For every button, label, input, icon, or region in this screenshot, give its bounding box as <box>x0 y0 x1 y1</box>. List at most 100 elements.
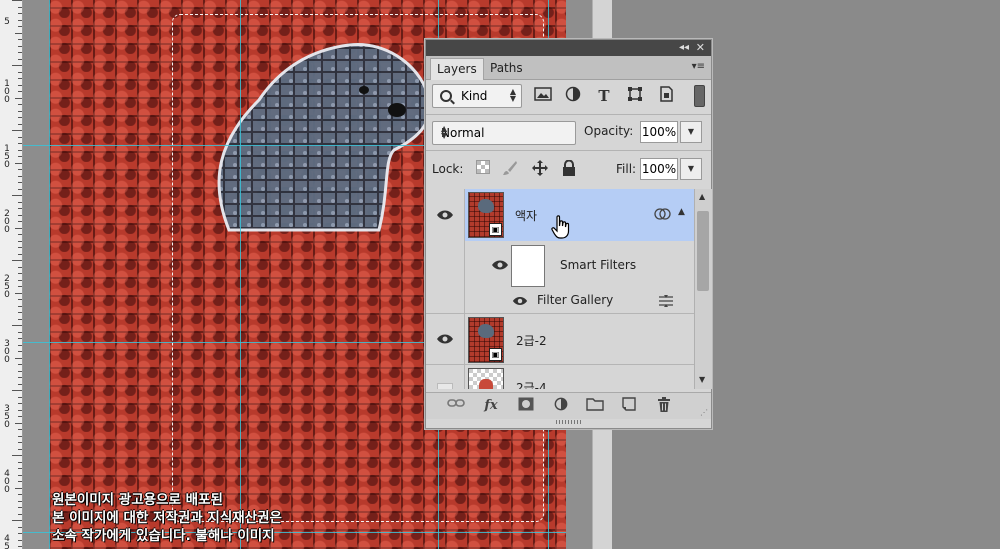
ruler-tick <box>18 189 22 190</box>
eye-icon[interactable] <box>436 210 454 220</box>
ruler-tick <box>18 111 22 112</box>
vertical-ruler[interactable]: 5 100 150 200 250 300 350 400 450 <box>0 0 23 549</box>
shape-filter-icon[interactable] <box>625 86 645 106</box>
ruler-tick <box>18 20 22 21</box>
adjustment-filter-icon[interactable] <box>563 86 583 106</box>
smart-object-filter-icon[interactable] <box>656 86 676 106</box>
layer-name[interactable]: 2급-2 <box>516 332 547 349</box>
new-adjustment-icon[interactable] <box>550 397 572 415</box>
ruler-tick <box>12 325 22 326</box>
close-panel-icon[interactable]: ✕ <box>696 41 705 54</box>
ruler-label: 150 <box>4 144 10 170</box>
panel-title-bar[interactable]: ◂◂ ✕ <box>426 40 711 56</box>
image-filter-icon[interactable] <box>533 86 553 106</box>
ruler-tick <box>18 384 22 385</box>
visibility-column <box>426 289 465 313</box>
guide-vertical[interactable] <box>240 0 241 549</box>
fill-input[interactable]: 100% <box>640 158 678 180</box>
ruler-tick <box>18 267 22 268</box>
ruler-tick <box>18 182 22 183</box>
expand-arrow-icon[interactable]: ▲ <box>678 207 685 217</box>
ruler-tick <box>15 358 22 359</box>
smart-object-badge-icon: ▣ <box>489 348 502 361</box>
ruler-tick <box>18 533 22 534</box>
ruler-label: 300 <box>4 339 10 365</box>
smart-filter-indicator-icon[interactable] <box>654 206 672 225</box>
filter-blending-options-icon[interactable] <box>658 293 674 312</box>
visibility-off-box[interactable] <box>437 383 453 389</box>
filter-toggle-switch[interactable] <box>694 85 705 107</box>
link-layers-icon[interactable] <box>445 397 467 415</box>
fill-dropdown-button[interactable]: ▼ <box>680 158 702 180</box>
ruler-tick <box>18 72 22 73</box>
thumbnail-dog <box>478 324 494 338</box>
ruler-tick <box>18 410 22 411</box>
ruler-tick <box>18 494 22 495</box>
filter-kind-select[interactable]: Kind ▲ ▼ <box>432 84 522 108</box>
ruler-tick <box>18 7 22 8</box>
ruler-tick <box>18 475 22 476</box>
eye-icon[interactable] <box>512 296 530 306</box>
layer-thumbnail[interactable] <box>468 368 504 389</box>
scroll-up-arrow-icon[interactable]: ▲ <box>699 192 705 201</box>
layer-row[interactable]: ▣ 2급-2 <box>426 314 694 365</box>
caption-line: 본 이미지에 대한 저작권과 지식재산권은 <box>52 510 282 526</box>
type-filter-icon[interactable]: T <box>594 86 614 106</box>
layer-thumbnail[interactable]: ▣ <box>468 317 504 363</box>
guide-vertical[interactable] <box>49 0 50 549</box>
ruler-label: 400 <box>4 469 10 495</box>
ruler-label: 250 <box>4 274 10 300</box>
scroll-down-arrow-icon[interactable]: ▼ <box>699 375 705 384</box>
lock-all-icon[interactable] <box>560 159 578 178</box>
visibility-column <box>426 241 465 289</box>
filter-gallery-row[interactable]: Filter Gallery <box>426 289 694 314</box>
filter-gallery-label[interactable]: Filter Gallery <box>537 293 613 307</box>
ruler-tick <box>18 332 22 333</box>
lock-image-pixels-icon[interactable] <box>501 160 519 178</box>
panel-resize-grip[interactable] <box>556 420 582 424</box>
blend-mode-select[interactable]: Normal ▲ ▼ <box>432 121 576 145</box>
lock-transparent-pixels-icon[interactable] <box>474 160 492 178</box>
ruler-label: 350 <box>4 404 10 430</box>
smart-filters-row[interactable]: Smart Filters <box>426 241 694 289</box>
layer-name[interactable]: 액자 <box>515 207 537 224</box>
ruler-tick <box>18 202 22 203</box>
layer-thumbnail[interactable]: ▣ <box>468 192 504 238</box>
tab-paths[interactable]: Paths <box>484 58 529 79</box>
updown-arrows-icon: ▲ ▼ <box>441 124 448 140</box>
lock-position-icon[interactable] <box>531 160 549 178</box>
opacity-dropdown-button[interactable]: ▼ <box>680 121 702 143</box>
new-layer-icon[interactable] <box>618 397 640 415</box>
scrollbar-thumb[interactable] <box>697 211 709 291</box>
add-mask-icon[interactable] <box>515 397 537 415</box>
opacity-input[interactable]: 100% <box>640 121 678 143</box>
filter-mask-thumbnail[interactable] <box>511 245 545 287</box>
ruler-tick <box>18 299 22 300</box>
ruler-tick <box>18 514 22 515</box>
layer-row[interactable]: 2급-4 <box>426 365 694 389</box>
tab-layers[interactable]: Layers <box>430 58 484 80</box>
layer-name[interactable]: 2급-4 <box>516 379 547 389</box>
ruler-tick <box>18 319 22 320</box>
ruler-tick <box>18 546 22 547</box>
layer-list-scrollbar[interactable]: ▲ ▼ <box>694 189 712 389</box>
ruler-tick <box>18 52 22 53</box>
collapse-panel-icon[interactable]: ◂◂ <box>679 42 689 53</box>
new-group-icon[interactable] <box>584 397 606 415</box>
eye-icon[interactable] <box>436 334 454 344</box>
ruler-tick <box>18 150 22 151</box>
ruler-tick <box>12 65 22 66</box>
delete-layer-icon[interactable] <box>653 397 675 415</box>
ruler-tick <box>12 0 22 1</box>
panel-menu-icon[interactable]: ▾≡ <box>692 61 705 72</box>
caption-line: 원본이미지 광고용으로 배포된 <box>52 492 223 508</box>
ruler-tick <box>15 98 22 99</box>
ruler-tick <box>12 195 22 196</box>
eye-icon[interactable] <box>491 260 509 270</box>
ruler-tick <box>15 423 22 424</box>
smart-object-badge-icon: ▣ <box>489 223 502 236</box>
ruler-tick <box>18 397 22 398</box>
fx-icon[interactable]: fx <box>480 397 502 415</box>
ruler-tick <box>18 208 22 209</box>
resize-grip-icon[interactable]: ⋰ <box>700 408 708 417</box>
